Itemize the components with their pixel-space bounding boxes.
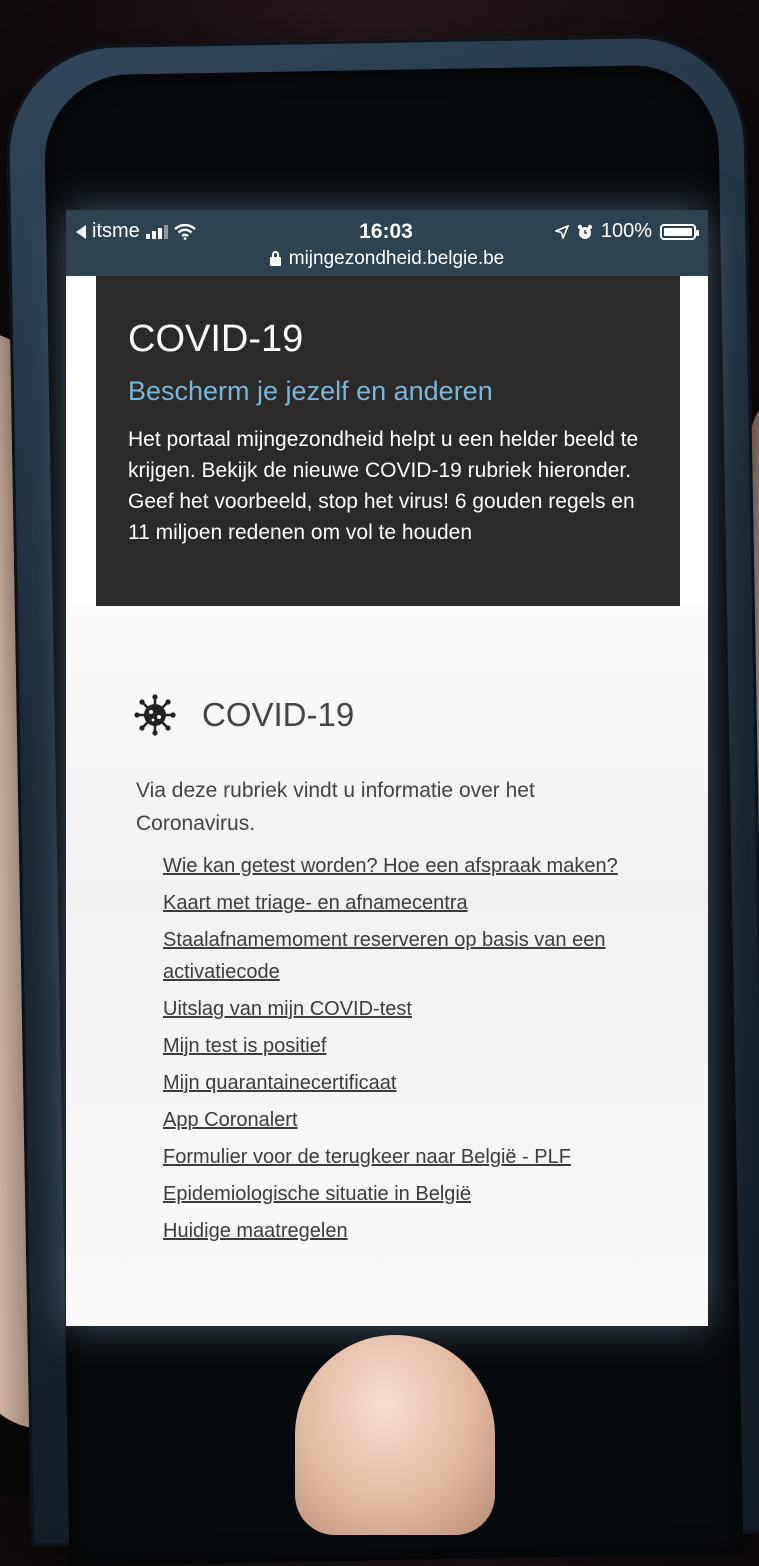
battery-fill <box>664 227 692 236</box>
hero-subtitle: Bescherm je jezelf en anderen <box>128 376 493 406</box>
status-bar: itsme 16:03 100% mijngezondheid.belgie.b… <box>66 210 708 276</box>
section-title: COVID-19 <box>202 696 355 733</box>
section-header: COVID-19 <box>134 694 354 736</box>
link-list-item: Formulier voor de terugkeer naar België … <box>163 1141 673 1173</box>
link-list-item: Wie kan getest worden? Hoe een afspraak … <box>163 850 673 882</box>
covid-link[interactable]: Huidige maatregelen <box>163 1220 348 1242</box>
url-text[interactable]: mijngezondheid.belgie.be <box>289 248 505 270</box>
status-right: 100% <box>554 220 699 243</box>
link-list-item: Staalafnamemoment reserveren op basis va… <box>163 924 673 988</box>
link-list-item: Kaart met triage- en afnamecentra <box>163 887 673 919</box>
hero-body: Het portaal mijngezondheid helpt u een h… <box>128 428 639 544</box>
link-list-item: Uitslag van mijn COVID-test <box>163 993 673 1025</box>
battery-icon <box>660 223 699 240</box>
virus-icon <box>134 694 176 736</box>
hero-title: COVID-19 <box>128 318 304 360</box>
link-list-item: App Coronalert <box>163 1104 673 1136</box>
battery-percent: 100% <box>600 220 652 242</box>
link-list-item: Mijn test is positief <box>163 1030 673 1062</box>
phone-screen: itsme 16:03 100% mijngezondheid.belgie.b… <box>66 210 708 1326</box>
covid-link[interactable]: Formulier voor de terugkeer naar België … <box>163 1146 571 1168</box>
lock-icon <box>269 251 281 266</box>
covid-link[interactable]: Epidemiologische situatie in België <box>163 1183 471 1205</box>
link-list-item: Huidige maatregelen <box>163 1215 673 1247</box>
covid-section: COVID-19 Via deze rubriek vindt u inform… <box>66 606 708 1326</box>
covid-link[interactable]: Staalafnamemoment reserveren op basis va… <box>163 929 605 983</box>
address-bar[interactable]: mijngezondheid.belgie.be <box>66 248 708 270</box>
alarm-icon <box>577 224 593 239</box>
hero-banner: COVID-19 Bescherm je jezelf en anderen H… <box>96 276 680 606</box>
covid-link[interactable]: Kaart met triage- en afnamecentra <box>163 892 468 914</box>
covid-link-list: Wie kan getest worden? Hoe een afspraak … <box>163 850 673 1252</box>
covid-link[interactable]: Mijn test is positief <box>163 1035 326 1057</box>
section-intro: Via deze rubriek vindt u informatie over… <box>136 779 535 835</box>
thumb <box>295 1335 495 1535</box>
covid-link[interactable]: App Coronalert <box>163 1109 298 1131</box>
link-list-item: Epidemiologische situatie in België <box>163 1178 673 1210</box>
covid-link[interactable]: Uitslag van mijn COVID-test <box>163 998 412 1020</box>
covid-link[interactable]: Mijn quarantainecertificaat <box>163 1072 396 1094</box>
covid-link[interactable]: Wie kan getest worden? Hoe een afspraak … <box>163 855 618 877</box>
link-list-item: Mijn quarantainecertificaat <box>163 1067 673 1099</box>
location-arrow-icon <box>554 224 569 239</box>
